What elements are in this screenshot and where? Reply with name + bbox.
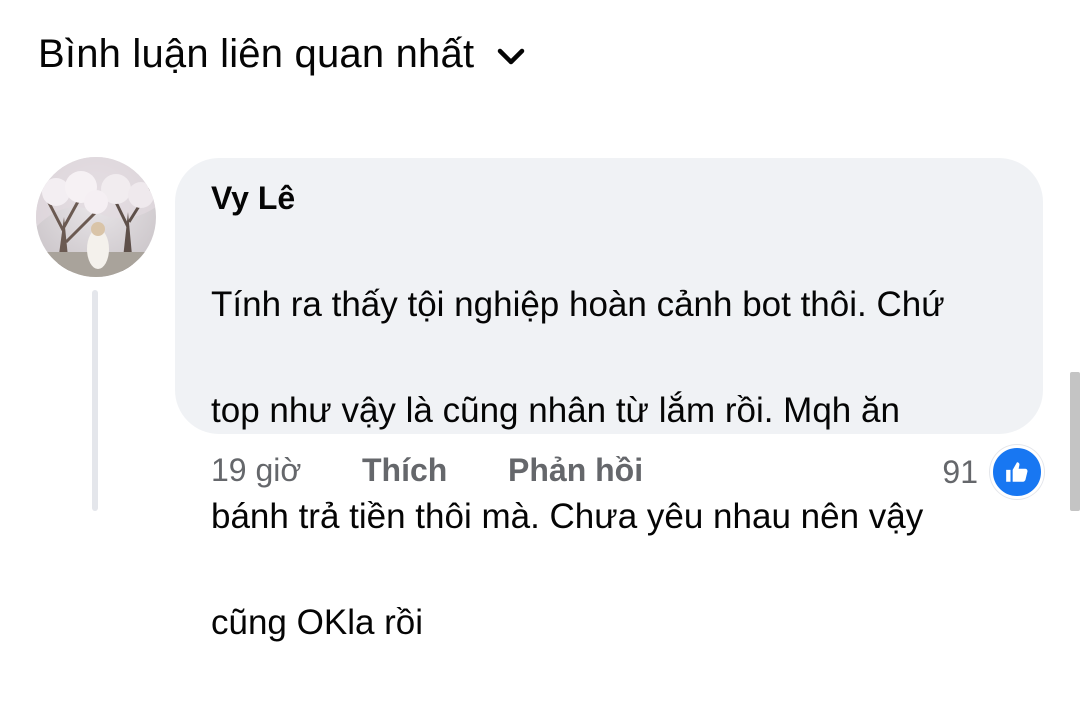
like-button[interactable]: Thích: [362, 452, 447, 489]
comment-author[interactable]: Vy Lê: [211, 180, 295, 217]
comment-timestamp[interactable]: 19 giờ: [211, 452, 301, 489]
comment-actions: 19 giờ Thích Phản hồi: [0, 452, 1080, 496]
reply-button[interactable]: Phản hồi: [508, 452, 643, 489]
avatar[interactable]: [36, 157, 156, 277]
chevron-down-icon: [498, 48, 525, 64]
comment-sort-label: Bình luận liên quan nhất: [38, 32, 475, 76]
scrollbar[interactable]: [1070, 372, 1080, 511]
comment-line: Tính ra thấy tội nghiệp hoàn cảnh bot th…: [211, 285, 945, 324]
comment-sort-dropdown[interactable]: Bình luận liên quan nhất: [38, 32, 526, 77]
comment-line: cũng OKla rồi: [211, 603, 424, 642]
thumbs-up-icon: [990, 445, 1044, 499]
comment-line: bánh trả tiền thôi mà. Chưa yêu nhau nên…: [211, 497, 924, 536]
comment-line: top như vậy là cũng nhân từ lắm rồi. Mqh…: [211, 391, 900, 430]
reaction-count: 91: [942, 453, 978, 490]
avatar-image: [36, 157, 156, 277]
reaction-summary[interactable]: 91: [942, 445, 1044, 499]
